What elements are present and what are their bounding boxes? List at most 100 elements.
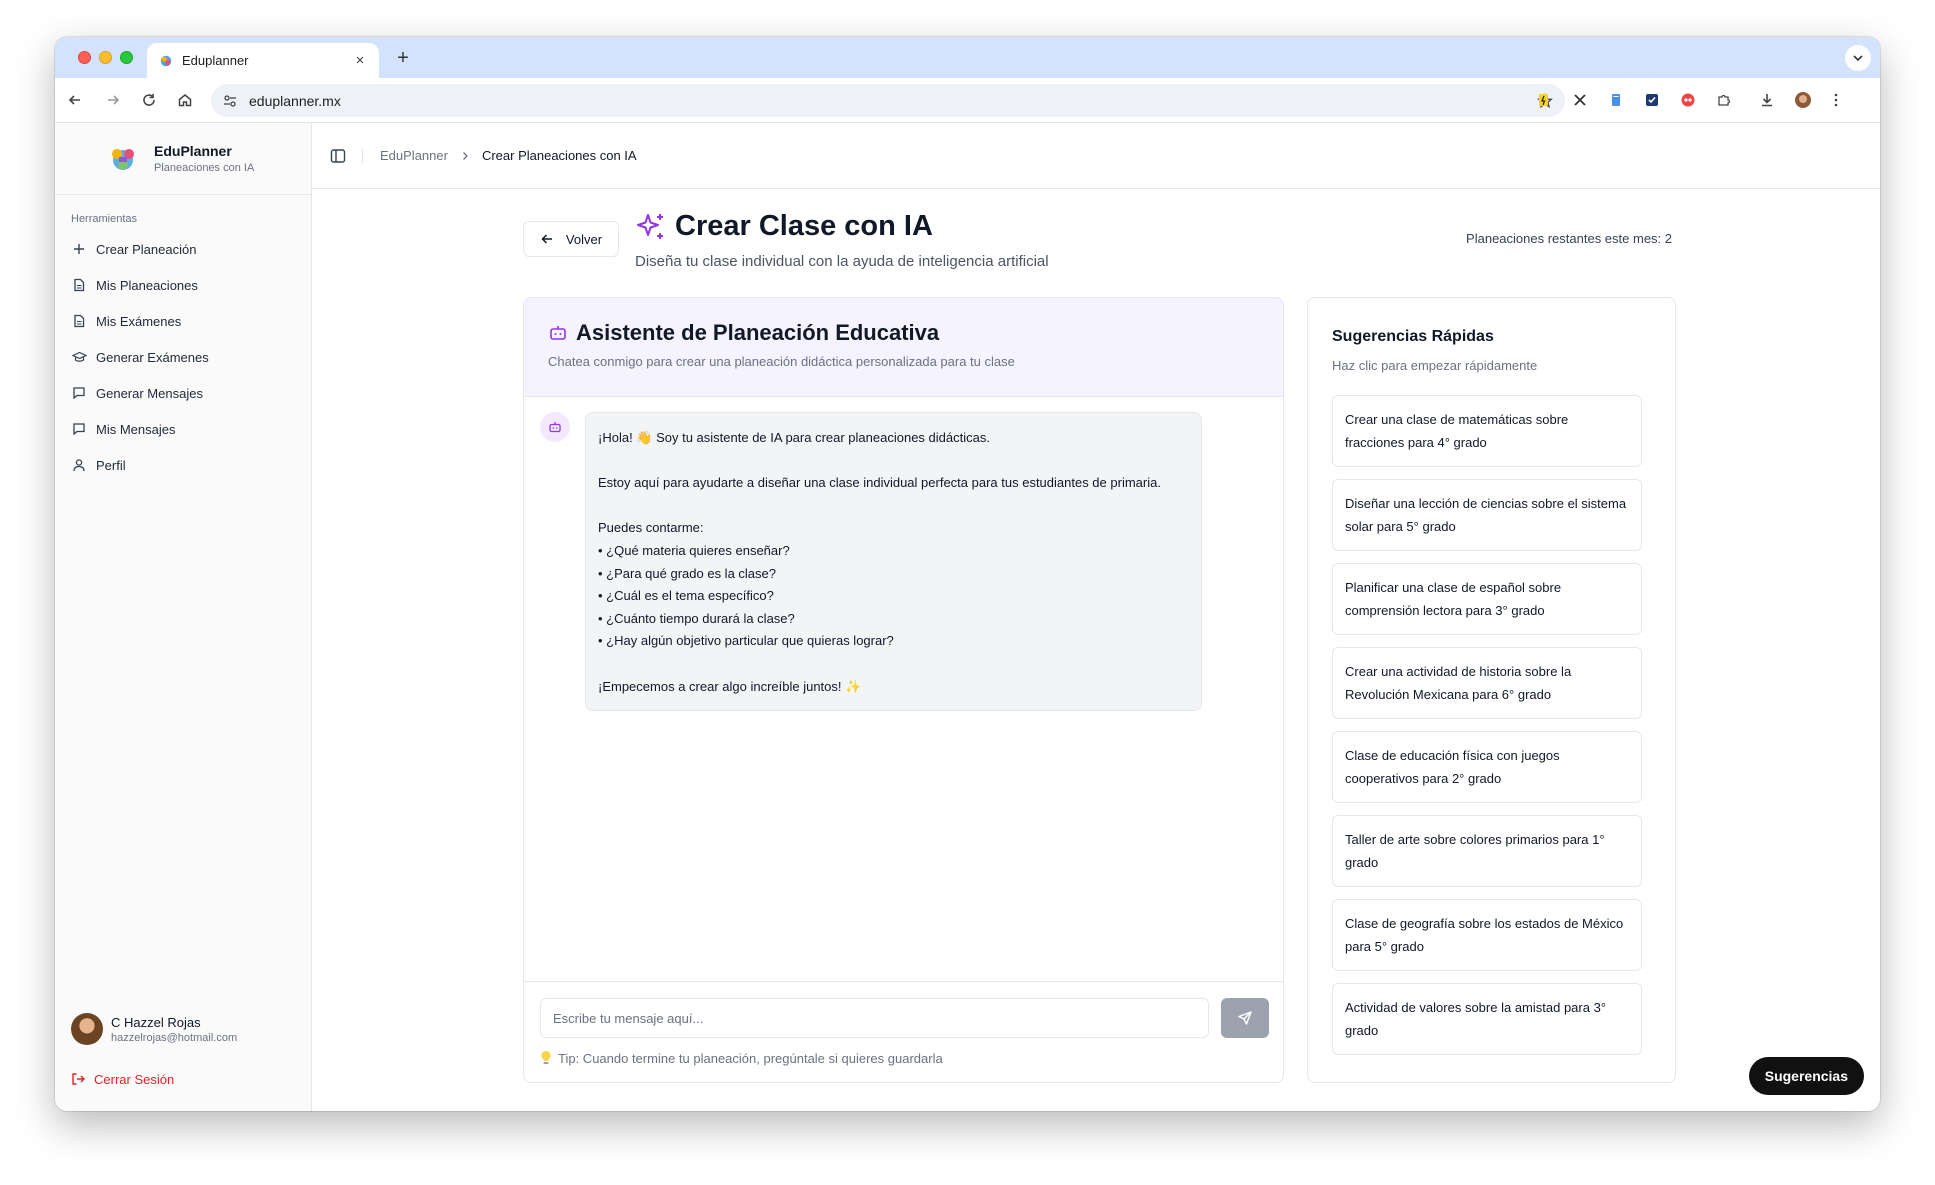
sidebar-item-label: Generar Mensajes	[96, 385, 203, 401]
main-content: EduPlanner Crear Planeaciones con IA Vol…	[312, 123, 1880, 1111]
sidebar-item-generar-mensajes[interactable]: Generar Mensajes	[63, 375, 303, 411]
eduplanner-logo-icon	[112, 148, 134, 170]
message-line	[598, 495, 1189, 518]
new-tab-button[interactable]: +	[391, 46, 415, 70]
browser-menu-icon[interactable]	[1825, 89, 1847, 111]
message-line: Estoy aquí para ayudarte a diseñar una c…	[598, 475, 1161, 491]
user-name: C Hazzel Rojas	[111, 1014, 201, 1030]
suggestion-item[interactable]: Taller de arte sobre colores primarios p…	[1332, 815, 1642, 887]
download-icon[interactable]	[1756, 89, 1778, 111]
chat-header: Asistente de Planeación Educativa Chatea…	[524, 298, 1283, 397]
message-line: • ¿Cuánto tiempo durará la clase?	[598, 610, 795, 626]
breadcrumb-current: Crear Planeaciones con IA	[481, 148, 637, 163]
suggestions-list: Crear una clase de matemáticas sobre fra…	[1332, 395, 1651, 1055]
chat-title: Asistente de Planeación Educativa	[548, 320, 1283, 346]
page-title: Crear Clase con IA	[635, 210, 1049, 243]
chevron-down-icon	[1853, 55, 1863, 62]
remaining-plans-counter: Planeaciones restantes este mes: 2	[1466, 231, 1672, 246]
topbar-divider	[362, 147, 363, 164]
tab-close-icon[interactable]: ×	[351, 52, 369, 69]
user-email: hazzelrojas@hotmail.com	[111, 1031, 238, 1044]
url-text: eduplanner.mx	[249, 92, 341, 109]
sidebar-item-crear-planeacion[interactable]: Crear Planeación	[63, 231, 303, 267]
forward-nav-button[interactable]	[102, 89, 124, 111]
sidebar-item-generar-examenes[interactable]: Generar Exámenes	[63, 339, 303, 375]
maximize-window-button[interactable]	[120, 51, 133, 64]
document-icon	[71, 313, 87, 329]
suggestions-floating-button[interactable]: Sugerencias	[1748, 1057, 1864, 1095]
back-button[interactable]: Volver	[523, 221, 619, 257]
suggestion-item[interactable]: Diseñar una lección de ciencias sobre el…	[1332, 479, 1642, 551]
sidebar-item-label: Generar Exámenes	[96, 349, 209, 365]
tab-search-button[interactable]	[1845, 45, 1871, 71]
sidebar: EduPlanner Planeaciones con IA Herramien…	[55, 123, 312, 1111]
chevron-right-icon	[460, 151, 470, 161]
document-icon	[71, 277, 87, 293]
eduplanner-favicon-icon	[160, 55, 172, 66]
plus-icon	[71, 241, 87, 257]
window-controls	[78, 51, 133, 64]
close-window-button[interactable]	[78, 51, 91, 64]
home-icon	[178, 94, 192, 107]
brand-subtitle: Planeaciones con IA	[154, 162, 255, 174]
extension-check-icon[interactable]	[1641, 89, 1663, 111]
message-input[interactable]	[540, 998, 1209, 1038]
suggestion-item[interactable]: Crear una actividad de historia sobre la…	[1332, 647, 1642, 719]
sidebar-item-label: Mis Planeaciones	[96, 277, 198, 293]
suggestion-item[interactable]: Clase de geografía sobre los estados de …	[1332, 899, 1642, 971]
bot-icon	[548, 323, 568, 343]
avatar	[71, 1013, 103, 1045]
message-icon	[71, 421, 87, 437]
chat-panel: Asistente de Planeación Educativa Chatea…	[523, 297, 1284, 1083]
suggestion-item[interactable]: Actividad de valores sobre la amistad pa…	[1332, 983, 1642, 1055]
sidebar-item-mis-mensajes[interactable]: Mis Mensajes	[63, 411, 303, 447]
address-bar[interactable]: eduplanner.mx	[211, 84, 1565, 117]
lightbulb-icon	[540, 1050, 552, 1066]
sidebar-item-perfil[interactable]: Perfil	[63, 447, 303, 483]
home-button[interactable]	[174, 89, 196, 111]
chat-tip: Tip: Cuando termine tu planeación, pregú…	[540, 1050, 943, 1066]
send-icon	[1238, 1011, 1252, 1025]
reload-icon	[143, 94, 155, 106]
sparkles-icon	[635, 211, 667, 243]
extension-bolt-icon[interactable]	[1533, 89, 1555, 111]
browser-tab[interactable]: Eduplanner ×	[147, 43, 379, 78]
assistant-message: ¡Hola! 👋 Soy tu asistente de IA para cre…	[540, 412, 1202, 712]
message-line	[598, 653, 1189, 676]
reload-button[interactable]	[138, 89, 160, 111]
brand-name: EduPlanner	[154, 143, 232, 159]
extension-document-icon[interactable]	[1605, 89, 1627, 111]
suggestion-item[interactable]: Clase de educación física con juegos coo…	[1332, 731, 1642, 803]
sidebar-footer: C Hazzel Rojas hazzelrojas@hotmail.com C…	[55, 1009, 311, 1111]
extension-record-icon[interactable]	[1677, 89, 1699, 111]
message-line: • ¿Hay algún objetivo particular que qui…	[598, 633, 894, 649]
arrow-right-icon	[108, 95, 120, 105]
app-container: EduPlanner Planeaciones con IA Herramien…	[55, 123, 1880, 1111]
tab-strip: Eduplanner × +	[55, 37, 1880, 78]
breadcrumb-root[interactable]: EduPlanner	[380, 148, 448, 163]
sidebar-item-mis-examenes[interactable]: Mis Exámenes	[63, 303, 303, 339]
back-button-label: Volver	[565, 231, 603, 247]
message-line: • ¿Qué materia quieres enseñar?	[598, 542, 790, 558]
site-settings-icon[interactable]	[223, 94, 237, 108]
message-line: ¡Hola! 👋 Soy tu asistente de IA para cre…	[598, 430, 990, 445]
sidebar-item-label: Mis Mensajes	[96, 421, 176, 437]
chat-title-text: Asistente de Planeación Educativa	[576, 320, 940, 345]
back-nav-button[interactable]	[64, 89, 86, 111]
sidebar-item-mis-planeaciones[interactable]: Mis Planeaciones	[63, 267, 303, 303]
extension-puzzle-tool-icon[interactable]	[1569, 89, 1591, 111]
message-line: ¡Empecemos a crear algo increíble juntos…	[598, 678, 862, 694]
profile-avatar-icon[interactable]	[1792, 89, 1814, 111]
tab-title: Eduplanner	[182, 53, 249, 68]
suggestions-subtitle: Haz clic para empezar rápidamente	[1332, 358, 1538, 373]
logout-button[interactable]: Cerrar Sesión	[55, 1061, 311, 1097]
sidebar-section-label: Herramientas	[71, 213, 138, 225]
send-button[interactable]	[1221, 998, 1269, 1038]
suggestion-item[interactable]: Crear una clase de matemáticas sobre fra…	[1332, 395, 1642, 467]
minimize-window-button[interactable]	[99, 51, 112, 64]
extensions-puzzle-icon[interactable]	[1713, 89, 1735, 111]
suggestion-item[interactable]: Planificar una clase de español sobre co…	[1332, 563, 1642, 635]
brand-header[interactable]: EduPlanner Planeaciones con IA	[55, 123, 311, 195]
sidebar-toggle-icon[interactable]	[330, 148, 346, 164]
user-profile[interactable]: C Hazzel Rojas hazzelrojas@hotmail.com	[55, 1009, 311, 1049]
